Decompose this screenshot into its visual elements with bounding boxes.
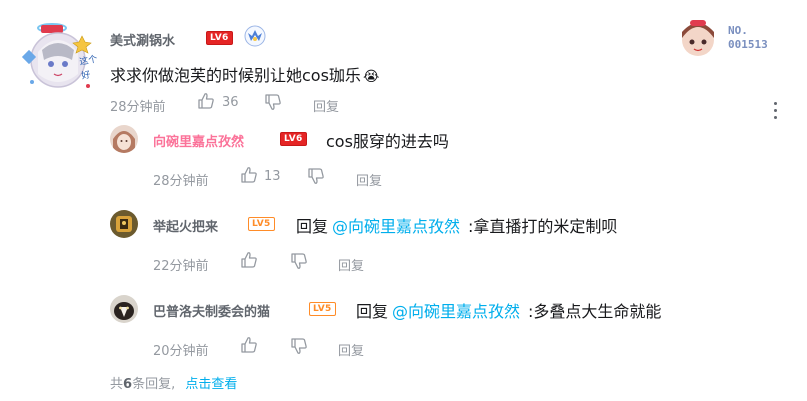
- like-button[interactable]: 13: [240, 166, 286, 186]
- like-count: 13: [264, 169, 281, 184]
- total-suffix: 条回复,: [132, 377, 176, 392]
- badge-no: NO.: [728, 24, 748, 37]
- thumb-up-icon: [198, 93, 214, 109]
- thumb-down-icon: [291, 253, 307, 269]
- thumb-down-icon: [291, 338, 307, 354]
- user-badge: NO. 001513: [676, 16, 796, 60]
- reply-summary: 共6条回复, 点击查看: [110, 373, 237, 392]
- reply-button[interactable]: 回复: [338, 255, 364, 274]
- thumb-down-icon: [308, 168, 324, 184]
- main-username[interactable]: 美式涮锅水: [110, 30, 175, 49]
- avatar-icon: [110, 295, 138, 323]
- mention-link[interactable]: @向碗里嘉点孜然: [392, 302, 520, 321]
- mention-link[interactable]: @向碗里嘉点孜然: [332, 217, 460, 236]
- reply-button[interactable]: 回复: [356, 170, 382, 189]
- thumb-down-icon: [265, 94, 281, 110]
- reply-item: 向碗里嘉点孜然 LV6 cos服穿的进去吗 28分钟前 13 回复: [0, 120, 807, 190]
- avatar-icon: [110, 210, 138, 238]
- dislike-button[interactable]: [290, 337, 308, 355]
- main-comment: 这个 好 美式涮锅水 LV6 求求你做泡芙的时候别让她cos珈乐 😭 28分钟前 …: [0, 0, 807, 119]
- like-button[interactable]: 36: [197, 92, 247, 112]
- reply-time: 20分钟前: [153, 344, 209, 359]
- like-count: 36: [222, 95, 239, 110]
- reply-username[interactable]: 向碗里嘉点孜然: [153, 131, 244, 150]
- badge-number: 001513: [728, 38, 768, 51]
- like-button[interactable]: [240, 251, 258, 269]
- reply-prefix: 回复: [296, 217, 329, 236]
- dislike-button[interactable]: [307, 167, 325, 185]
- reply-button[interactable]: 回复: [338, 340, 364, 359]
- more-options-icon[interactable]: [770, 100, 782, 122]
- reply-username[interactable]: 巴普洛夫制委会的猫: [153, 301, 270, 320]
- view-all-replies-link[interactable]: 点击查看: [185, 377, 237, 392]
- thumb-up-icon: [241, 252, 257, 268]
- dislike-button[interactable]: [290, 252, 308, 270]
- fan-medal-icon: [243, 24, 267, 48]
- crying-emoji-icon: 😭: [362, 69, 380, 85]
- level-badge: LV5: [309, 302, 336, 316]
- main-avatar-frame[interactable]: 这个 好: [14, 16, 104, 96]
- reply-text: 回复 @向碗里嘉点孜然 :拿直播打的米定制呗: [296, 213, 617, 237]
- thumb-up-icon: [241, 337, 257, 353]
- thumb-up-icon: [241, 167, 257, 183]
- reply-button[interactable]: 回复: [313, 96, 339, 115]
- reply-text: cos服穿的进去吗: [326, 132, 449, 151]
- total-count: 6: [123, 377, 133, 392]
- level-badge: LV6: [206, 31, 233, 45]
- main-time: 28分钟前: [110, 100, 166, 115]
- total-prefix: 共: [110, 377, 124, 392]
- reply-username[interactable]: 举起火把来: [153, 216, 218, 235]
- reply-text: 回复 @向碗里嘉点孜然 :多叠点大生命就能: [356, 298, 661, 322]
- reply-body: :多叠点大生命就能: [528, 302, 662, 321]
- reply-item: 举起火把来 LV5 回复 @向碗里嘉点孜然:拿直播打的米定制呗 22分钟前 回复: [0, 205, 807, 275]
- level-badge: LV6: [280, 132, 307, 146]
- main-comment-text: 求求你做泡芙的时候别让她cos珈乐 😭: [110, 62, 379, 86]
- reply-avatar[interactable]: [110, 295, 138, 323]
- comment-text: 求求你做泡芙的时候别让她cos珈乐: [110, 66, 361, 85]
- reply-time: 22分钟前: [153, 259, 209, 274]
- reply-body: :拿直播打的米定制呗: [468, 217, 618, 236]
- like-button[interactable]: [240, 336, 258, 354]
- level-badge: LV5: [248, 217, 275, 231]
- reply-time: 28分钟前: [153, 174, 209, 189]
- reply-avatar[interactable]: [110, 210, 138, 238]
- avatar-decoration-icon: 这个 好: [21, 23, 98, 88]
- reply-avatar[interactable]: [110, 125, 138, 153]
- reply-item: 巴普洛夫制委会的猫 LV5 回复 @向碗里嘉点孜然:多叠点大生命就能 20分钟前 …: [0, 290, 807, 360]
- dislike-button[interactable]: [264, 93, 282, 111]
- reply-prefix: 回复: [356, 302, 389, 321]
- avatar-icon: [110, 125, 138, 153]
- badge-character-icon: [682, 20, 714, 56]
